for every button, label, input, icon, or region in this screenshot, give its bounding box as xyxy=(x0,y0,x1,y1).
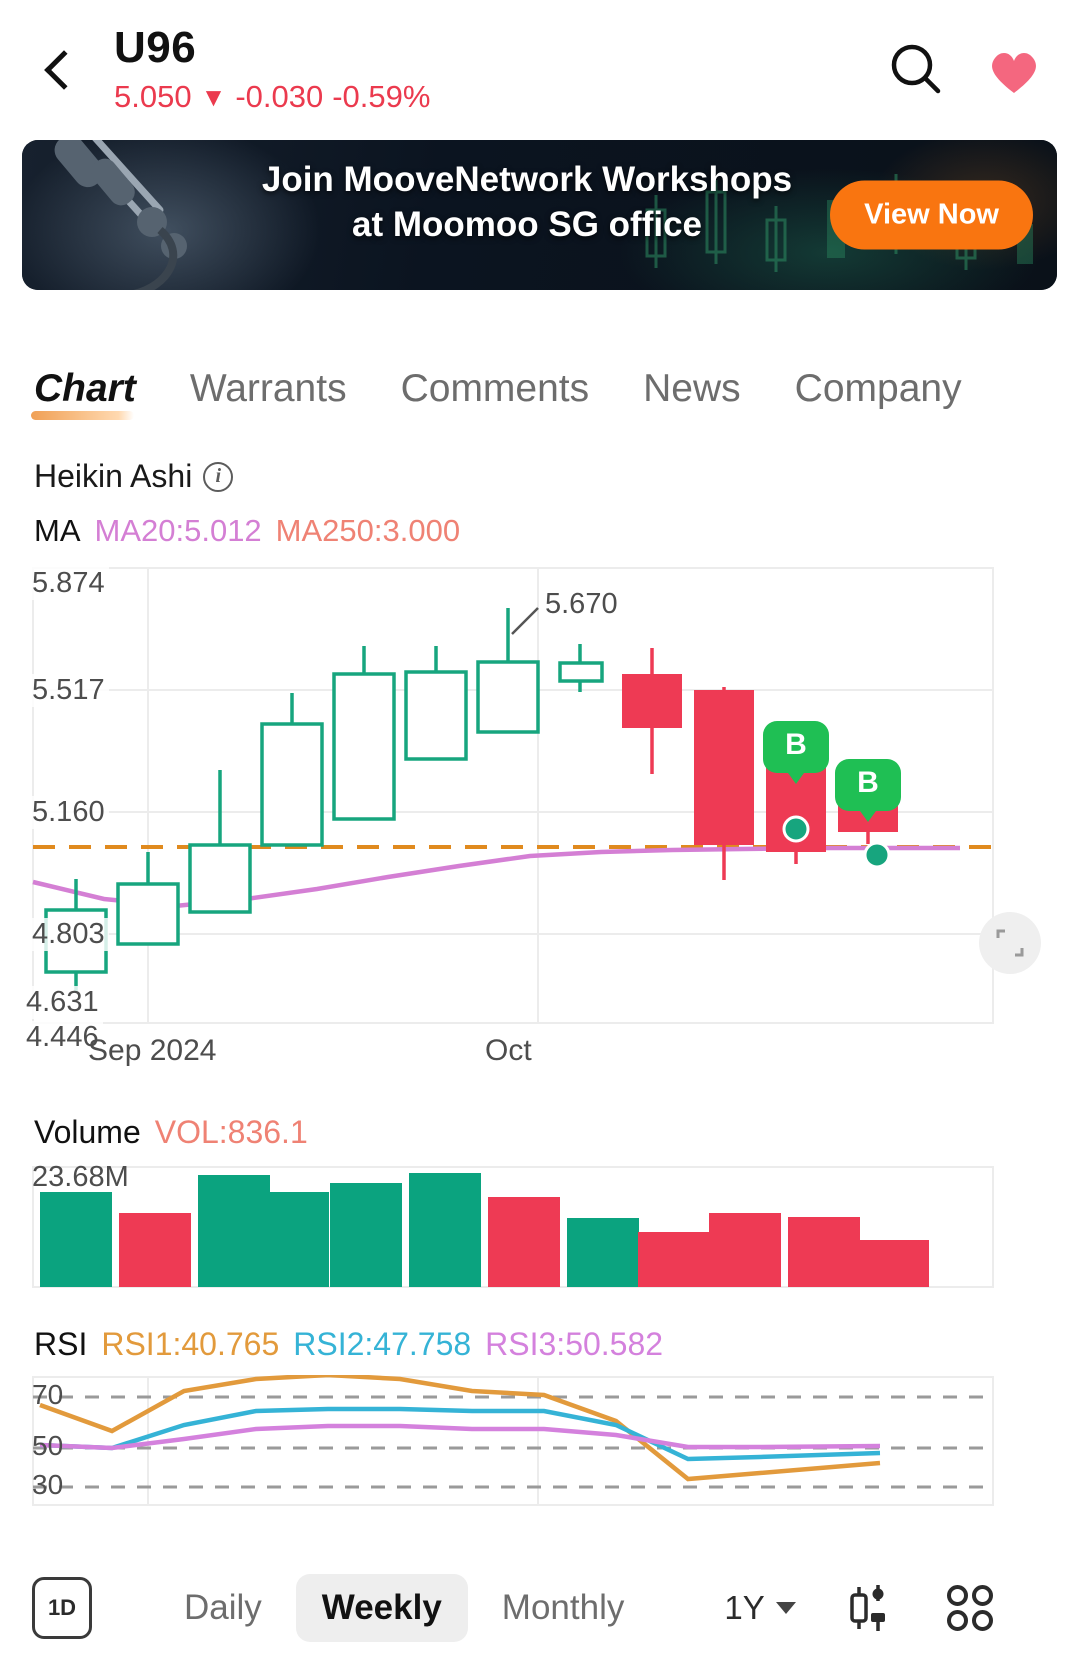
search-button[interactable] xyxy=(885,39,947,101)
rsi-chart-svg xyxy=(32,1375,994,1506)
tab-warrants[interactable]: Warrants xyxy=(190,367,347,418)
grid-icon xyxy=(946,1585,993,1631)
rsi1-value: RSI1:40.765 xyxy=(101,1326,280,1362)
candle xyxy=(476,608,540,734)
timeframe-weekly[interactable]: Weekly xyxy=(295,1574,468,1642)
timeframe-group: Daily Weekly Monthly xyxy=(158,1574,650,1642)
more-tools-button[interactable] xyxy=(944,1582,996,1634)
tab-chart[interactable]: Chart xyxy=(31,367,136,420)
ma-legend: MA MA20:5.012 MA250:3.000 xyxy=(0,513,1079,549)
high-price-annotation: 5.670 xyxy=(545,588,618,620)
price-x-axis: Sep 2024 Oct xyxy=(0,1034,1079,1084)
chart-style-label: Heikin Ashi i xyxy=(0,458,1079,495)
title-block: U96 5.050 ▼ -0.030 -0.59% xyxy=(114,25,885,114)
banner-line-1: Join MooveNetwork Workshops xyxy=(261,160,793,199)
chevron-down-icon xyxy=(775,1602,796,1614)
tab-news[interactable]: News xyxy=(643,367,741,418)
rsi2-value: RSI2:47.758 xyxy=(293,1326,472,1362)
volume-chart-svg xyxy=(32,1166,994,1288)
range-selector[interactable]: 1Y xyxy=(724,1589,796,1627)
y-axis-tick: 4.803 xyxy=(32,918,109,951)
banner-text: Join MooveNetwork Workshops at Moomoo SG… xyxy=(232,158,822,248)
candlestick-icon xyxy=(849,1585,885,1631)
candle xyxy=(188,770,252,914)
y-axis-tick: 5.874 xyxy=(32,567,109,600)
fullscreen-icon xyxy=(996,929,1024,957)
favorite-button[interactable] xyxy=(983,39,1045,101)
y-axis-tick: 5.160 xyxy=(32,796,109,829)
quote-row: 5.050 ▼ -0.030 -0.59% xyxy=(114,79,885,115)
section-tabs: Chart Warrants Comments News Company xyxy=(0,356,1079,420)
search-icon xyxy=(891,44,941,94)
volume-bars xyxy=(40,1173,929,1287)
volume-label: Volume xyxy=(34,1114,141,1150)
volume-legend: Volume VOL:836.1 xyxy=(0,1114,1079,1151)
candle xyxy=(332,646,396,821)
candle xyxy=(116,852,180,946)
rsi-y-tick: 50 xyxy=(32,1430,64,1461)
change-absolute: -0.030 xyxy=(235,78,324,114)
timeframe-daily[interactable]: Daily xyxy=(158,1574,288,1642)
header-actions xyxy=(885,39,1045,101)
page-title: U96 xyxy=(114,23,197,73)
down-arrow-icon: ▼ xyxy=(200,81,227,112)
chevron-left-icon xyxy=(44,50,84,90)
svg-text:B: B xyxy=(785,728,807,761)
change-percent: -0.59% xyxy=(332,78,431,114)
chart-style-text: Heikin Ashi xyxy=(34,458,193,494)
chart-type-button[interactable] xyxy=(846,1581,894,1635)
volume-chart[interactable]: 23.68M xyxy=(0,1161,1079,1290)
price-chart[interactable]: B B 5.874 5.517 5.160 4.803 4.631 4.446 … xyxy=(0,562,1079,1054)
volume-max-label: 23.68M xyxy=(32,1161,129,1193)
rsi3-value: RSI3:50.582 xyxy=(485,1326,664,1362)
tab-company[interactable]: Company xyxy=(795,367,962,418)
rsi-y-tick: 30 xyxy=(32,1469,64,1500)
volume-value: VOL:836.1 xyxy=(154,1114,308,1150)
rsi-label: RSI xyxy=(34,1326,88,1362)
back-button[interactable] xyxy=(28,38,92,102)
interval-1d-button[interactable]: 1D xyxy=(32,1577,92,1639)
rsi2-series xyxy=(39,1406,881,1462)
candle xyxy=(558,644,604,692)
y-axis-tick: 4.631 xyxy=(26,986,103,1019)
ma20-value: MA20:5.012 xyxy=(94,513,262,548)
candle xyxy=(622,648,682,774)
promo-banner[interactable]: Join MooveNetwork Workshops at Moomoo SG… xyxy=(22,140,1057,290)
ma250-value: MA250:3.000 xyxy=(275,513,461,548)
info-icon[interactable]: i xyxy=(203,461,234,492)
rsi-y-tick: 70 xyxy=(32,1379,64,1410)
timeframe-monthly[interactable]: Monthly xyxy=(476,1574,651,1642)
view-now-button[interactable]: View Now xyxy=(830,180,1033,250)
ma-legend-label: MA xyxy=(34,513,81,548)
candle xyxy=(260,693,324,847)
range-label: 1Y xyxy=(724,1589,765,1626)
app-header: U96 5.050 ▼ -0.030 -0.59% xyxy=(0,0,1079,140)
chart-area: Heikin Ashi i MA MA20:5.012 MA250:3.000 xyxy=(0,458,1079,1510)
rsi-legend: RSI RSI1:40.765 RSI2:47.758 RSI3:50.582 xyxy=(0,1326,1079,1363)
tab-comments[interactable]: Comments xyxy=(401,367,590,418)
chart-toolbar: 1D Daily Weekly Monthly 1Y xyxy=(0,1560,1079,1656)
svg-text:B: B xyxy=(857,766,879,799)
last-price: 5.050 xyxy=(114,78,192,114)
candle xyxy=(404,646,468,761)
y-axis-tick: 5.517 xyxy=(32,674,109,707)
banner-line-2: at Moomoo SG office xyxy=(352,204,702,244)
rsi-chart[interactable]: 70 50 30 xyxy=(0,1375,1079,1510)
x-axis-tick: Oct xyxy=(485,1034,532,1067)
heart-icon xyxy=(992,52,1036,93)
fullscreen-button[interactable] xyxy=(979,912,1041,974)
microphone-icon xyxy=(54,140,187,290)
price-chart-svg: B B xyxy=(32,567,994,1024)
x-axis-tick: Sep 2024 xyxy=(88,1034,217,1067)
